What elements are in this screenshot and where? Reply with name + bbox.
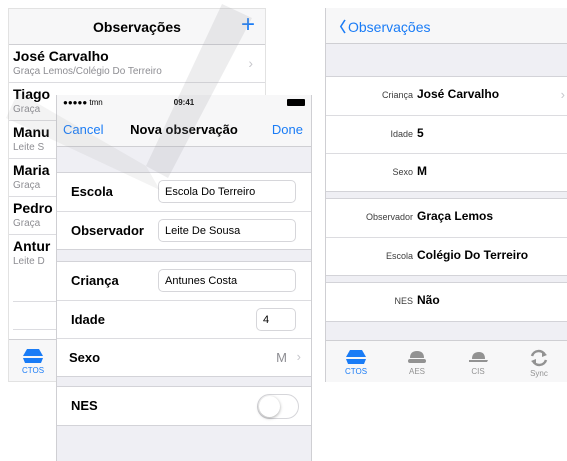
- modal-navigation-bar: Cancel Nova observação Done: [57, 111, 311, 147]
- form-label: NES: [71, 398, 98, 413]
- form-row-nes: NES: [57, 387, 311, 425]
- idade-field[interactable]: 4: [256, 308, 296, 331]
- tab-cis[interactable]: CIS: [453, 345, 503, 376]
- form-row-observador: Observador Leite De Sousa: [57, 211, 311, 249]
- aes-icon: [408, 351, 426, 363]
- form-label: Criança: [71, 273, 119, 288]
- list-item-name: José Carvalho: [13, 48, 109, 64]
- detail-value: Graça Lemos: [417, 209, 494, 223]
- detail-value: Não: [417, 293, 440, 307]
- done-button[interactable]: Done: [272, 122, 303, 137]
- detail-tab-bar: CTOS AES CIS Sync: [326, 340, 567, 382]
- back-button-label: Observações: [348, 19, 431, 35]
- battery-icon: [287, 99, 305, 106]
- list-item-subtitle: Graça: [13, 104, 41, 115]
- nes-toggle[interactable]: [257, 394, 299, 419]
- new-observation-screen: ●●●●● tmn 09:41 Cancel Nova observação D…: [56, 95, 312, 461]
- tab-sync[interactable]: Sync: [514, 345, 564, 378]
- ctos-icon: [346, 350, 366, 364]
- detail-row-escola: Escola Colégio Do Terreiro: [326, 237, 567, 275]
- detail-label: Escola: [385, 251, 413, 261]
- tab-label: CTOS: [21, 366, 45, 375]
- detail-row-crianca[interactable]: Criança José Carvalho ›: [326, 77, 567, 115]
- detail-label: NES: [394, 296, 413, 306]
- list-item-name: Antur: [13, 238, 51, 254]
- list-item-subtitle: Graça: [13, 180, 41, 191]
- form-label: Idade: [71, 312, 105, 327]
- list-item-name: Maria: [13, 162, 50, 178]
- school-observer-group: Escola Escola Do Terreiro Observador Lei…: [57, 172, 311, 250]
- list-item-subtitle: Graça Lemos/Colégio Do Terreiro: [13, 66, 162, 77]
- child-group: Criança Antunes Costa Idade 4 Sexo M ›: [57, 261, 311, 377]
- tab-ctos[interactable]: CTOS: [13, 344, 53, 375]
- observador-field[interactable]: Leite De Sousa: [158, 219, 296, 242]
- sync-icon: [530, 349, 548, 367]
- list-item-name: Pedro: [13, 200, 53, 216]
- chevron-right-icon: ›: [296, 349, 301, 364]
- list-item-name: Tiago: [13, 86, 51, 102]
- list-navigation-bar: Observações +: [9, 9, 265, 45]
- add-observation-button[interactable]: +: [241, 11, 255, 39]
- tab-label: AES: [408, 367, 425, 376]
- list-title: Observações: [93, 19, 181, 35]
- status-time: 09:41: [173, 98, 195, 107]
- detail-row-nes: NES Não: [326, 283, 567, 321]
- detail-value: 5: [417, 126, 424, 140]
- nes-info-group: NES Não: [326, 282, 567, 322]
- nes-group: NES: [57, 386, 311, 426]
- toggle-knob: [259, 396, 280, 417]
- sexo-selector[interactable]: Sexo M ›: [57, 338, 311, 376]
- detail-label: Sexo: [392, 167, 413, 177]
- chevron-right-icon: ›: [560, 87, 565, 102]
- list-item-name: Manu: [13, 124, 50, 140]
- form-label: Observador: [71, 223, 144, 238]
- detail-value: Colégio Do Terreiro: [417, 248, 529, 262]
- tab-aes[interactable]: AES: [392, 345, 442, 376]
- sexo-value: M: [276, 350, 287, 365]
- tab-label: CTOS: [344, 367, 368, 376]
- form-label: Sexo: [69, 350, 101, 365]
- tab-label: Sync: [530, 369, 548, 378]
- detail-row-observador: Observador Graça Lemos: [326, 199, 567, 237]
- back-button[interactable]: 〈 Observações: [332, 17, 430, 37]
- status-bar: ●●●●● tmn 09:41: [57, 95, 311, 111]
- detail-value: M: [417, 164, 427, 178]
- chevron-left-icon: 〈: [332, 19, 346, 35]
- escola-field[interactable]: Escola Do Terreiro: [158, 180, 296, 203]
- list-item-subtitle: Leite D: [13, 256, 45, 267]
- crianca-field[interactable]: Antunes Costa: [158, 269, 296, 292]
- tab-ctos[interactable]: CTOS: [331, 345, 381, 376]
- detail-label: Idade: [390, 129, 413, 139]
- child-info-group: Criança José Carvalho › Idade 5 Sexo M: [326, 76, 567, 192]
- form-label: Escola: [71, 184, 113, 199]
- detail-row-sexo: Sexo M: [326, 153, 567, 191]
- observer-info-group: Observador Graça Lemos Escola Colégio Do…: [326, 198, 567, 276]
- form-row-idade: Idade 4: [57, 300, 311, 338]
- cis-icon: [469, 352, 488, 362]
- list-item-subtitle: Leite S: [13, 142, 45, 153]
- tab-label: CIS: [471, 367, 485, 376]
- chevron-right-icon: ›: [248, 55, 253, 71]
- list-item[interactable]: José Carvalho Graça Lemos/Colégio Do Ter…: [9, 45, 265, 83]
- detail-value: José Carvalho: [417, 87, 500, 101]
- detail-label: Criança: [381, 90, 413, 100]
- detail-row-idade: Idade 5: [326, 115, 567, 153]
- detail-navigation-bar: 〈 Observações: [326, 8, 567, 44]
- form-row-escola: Escola Escola Do Terreiro: [57, 173, 311, 211]
- form-row-crianca: Criança Antunes Costa: [57, 262, 311, 300]
- list-item-subtitle: Graça: [13, 218, 41, 229]
- detail-label: Observador: [365, 212, 413, 222]
- ctos-icon: [23, 349, 43, 363]
- observation-detail-screen: 〈 Observações Criança José Carvalho › Ida…: [325, 8, 567, 382]
